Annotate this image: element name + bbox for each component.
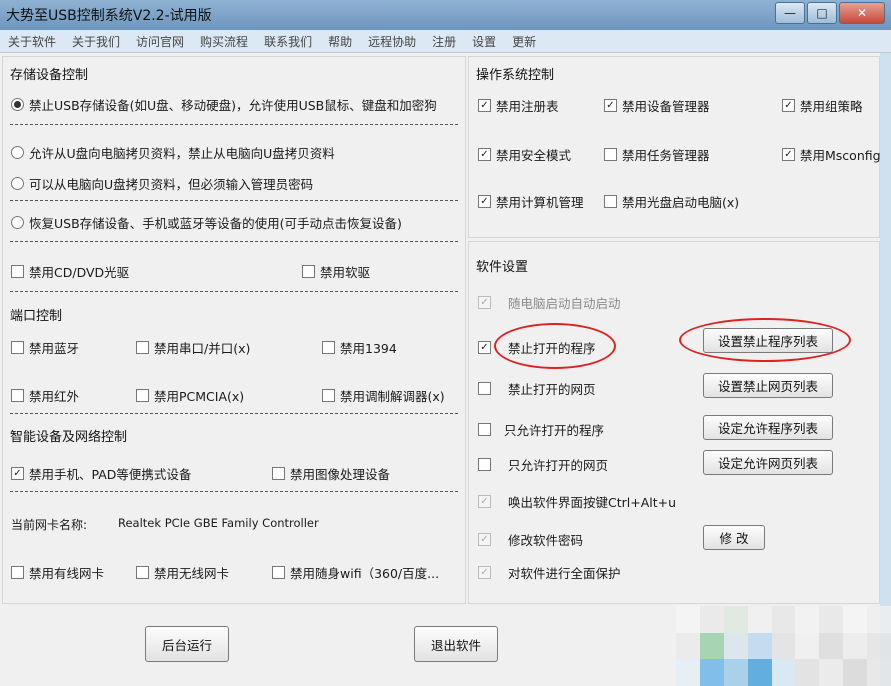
checkbox-portable-wifi[interactable]: 禁用随身wifi（360/百度... [272,563,439,582]
set-block-sites-button[interactable]: 设置禁止网页列表 [703,373,833,398]
checkbox-allow-sites[interactable]: 只允许打开的网页 [478,455,608,474]
menu-website[interactable]: 访问官网 [128,30,192,52]
pixelated-watermark [676,606,891,686]
radio-block-usb[interactable]: 禁止USB存储设备(如U盘、移动硬盘)，允许使用USB鼠标、键盘和加密狗 [11,95,437,114]
divider [10,491,458,492]
window-title: 大势至USB控制系统V2.2-试用版 [6,8,212,24]
title-bar: 大势至USB控制系统V2.2-试用版 — □ ✕ [0,0,891,30]
set-allow-programs-button[interactable]: 设定允许程序列表 [703,415,833,440]
change-password-button[interactable]: 修 改 [703,525,765,550]
checkbox-infrared[interactable]: 禁用红外 [11,386,79,405]
checkbox-block-sites[interactable]: 禁止打开的网页 [478,379,596,398]
software-heading: 软件设置 [476,260,529,275]
highlight-annotation [494,323,616,369]
radio-dot[interactable] [11,177,24,190]
checkbox-protect[interactable]: ✓ 对软件进行全面保护 [478,563,621,582]
checkbox-computer-management[interactable]: ✓ 禁用计算机管理 [478,192,584,211]
radio-dot[interactable] [11,146,24,159]
checkbox-pcmcia[interactable]: 禁用PCMCIA(x) [136,386,244,405]
divider [10,241,458,242]
checkbox-password[interactable]: ✓ 修改软件密码 [478,530,583,549]
minimize-button[interactable]: — [775,2,805,24]
menu-register[interactable]: 注册 [424,30,464,52]
divider [10,200,458,201]
checkbox-serial-parallel[interactable]: 禁用串口/并口(x) [136,338,250,357]
menu-bar: 关于软件 关于我们 访问官网 购买流程 联系我们 帮助 远程协助 注册 设置 更… [0,30,891,53]
checkbox-1394[interactable]: 禁用1394 [322,338,397,357]
checkbox-imaging-devices[interactable]: 禁用图像处理设备 [272,464,390,483]
checkbox-portable-devices[interactable]: ✓ 禁用手机、PAD等便携式设备 [11,464,191,483]
checkbox-task-manager[interactable]: 禁用任务管理器 [604,145,710,164]
run-in-background-button[interactable]: 后台运行 [145,626,229,662]
network-heading: 智能设备及网络控制 [10,430,128,445]
set-allow-sites-button[interactable]: 设定允许网页列表 [703,450,833,475]
checkbox-cd-dvd[interactable]: 禁用CD/DVD光驱 [11,262,129,281]
divider [10,413,458,414]
checkbox-hotkey[interactable]: ✓ 唤出软件界面按键Ctrl+Alt+u [478,492,676,511]
close-button[interactable]: ✕ [839,2,885,24]
checkbox-safe-mode[interactable]: ✓ 禁用安全模式 [478,145,571,164]
checkbox-group-policy[interactable]: ✓ 禁用组策略 [782,96,863,115]
menu-purchase[interactable]: 购买流程 [192,30,256,52]
radio-dot[interactable] [11,98,24,111]
maximize-button[interactable]: □ [807,2,837,24]
checkbox-allow-programs[interactable]: 只允许打开的程序 [478,420,604,439]
os-heading: 操作系统控制 [476,68,555,83]
menu-about-us[interactable]: 关于我们 [64,30,128,52]
radio-dot[interactable] [11,216,24,229]
radio-restore-devices[interactable]: 恢复USB存储设备、手机或蓝牙等设备的使用(可手动点击恢复设备) [11,213,402,232]
radio-copy-in-only[interactable]: 允许从U盘向电脑拷贝资料，禁止从电脑向U盘拷贝资料 [11,143,335,162]
menu-contact[interactable]: 联系我们 [256,30,320,52]
menu-settings[interactable]: 设置 [464,30,504,52]
checkbox-msconfig[interactable]: ✓ 禁用Msconfig [782,145,881,164]
nic-label: 当前网卡名称: [11,518,88,532]
window-controls: — □ ✕ [775,2,885,24]
ports-heading: 端口控制 [10,309,63,324]
checkbox-wireless-nic[interactable]: 禁用无线网卡 [136,563,229,582]
main-client-area: 存储设备控制 禁止USB存储设备(如U盘、移动硬盘)，允许使用USB鼠标、键盘和… [0,53,881,686]
exit-software-button[interactable]: 退出软件 [414,626,498,662]
checkbox-autostart[interactable]: ✓ 随电脑启动自动启动 [478,293,621,312]
divider [10,124,458,125]
checkbox-cd-boot[interactable]: 禁用光盘启动电脑(x) [604,192,739,211]
menu-remote-assist[interactable]: 远程协助 [360,30,424,52]
menu-help[interactable]: 帮助 [320,30,360,52]
checkbox-floppy[interactable]: 禁用软驱 [302,262,370,281]
menu-about-software[interactable]: 关于软件 [0,30,64,52]
divider [10,291,458,292]
checkbox-wired-nic[interactable]: 禁用有线网卡 [11,563,104,582]
checkbox-registry[interactable]: ✓ 禁用注册表 [478,96,559,115]
checkbox-device-manager[interactable]: ✓ 禁用设备管理器 [604,96,710,115]
highlight-annotation [679,318,851,362]
menu-update[interactable]: 更新 [504,30,544,52]
checkbox-modem[interactable]: 禁用调制解调器(x) [322,386,445,405]
radio-password-copy[interactable]: 可以从电脑向U盘拷贝资料，但必须输入管理员密码 [11,174,313,193]
checkbox-bluetooth[interactable]: 禁用蓝牙 [11,338,79,357]
storage-heading: 存储设备控制 [10,68,89,83]
nic-value: Realtek PCIe GBE Family Controller [118,516,319,530]
